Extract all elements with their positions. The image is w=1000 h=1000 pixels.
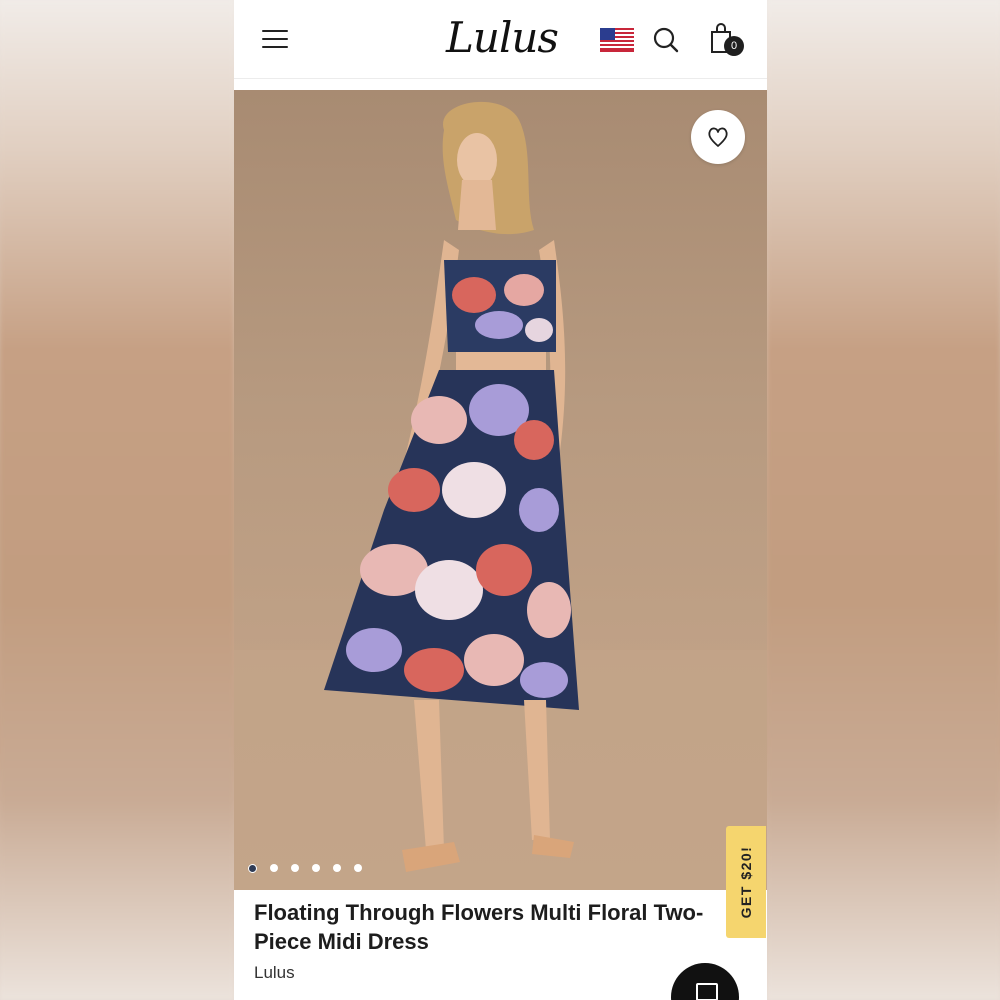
background-blur-right xyxy=(767,0,1000,1000)
chat-icon xyxy=(696,983,718,1000)
site-header: Lulus 0 xyxy=(234,0,767,79)
gallery-dot-3[interactable] xyxy=(291,864,299,872)
product-image-gallery[interactable] xyxy=(234,90,767,890)
promo-tab[interactable]: GET $20! xyxy=(726,826,766,938)
gallery-dot-6[interactable] xyxy=(354,864,362,872)
cart-count-badge: 0 xyxy=(724,36,744,56)
gallery-dot-2[interactable] xyxy=(270,864,278,872)
background-blur-left xyxy=(0,0,234,1000)
product-photo xyxy=(234,101,767,890)
gallery-pagination xyxy=(248,864,362,876)
mobile-page: Lulus 0 GET $20! Floating Through Flower… xyxy=(234,0,767,1000)
product-brand[interactable]: Lulus xyxy=(254,963,295,983)
shopping-bag-icon[interactable]: 0 xyxy=(708,22,746,58)
site-logo[interactable]: Lulus xyxy=(446,10,559,66)
product-title: Floating Through Flowers Multi Floral Tw… xyxy=(254,900,704,954)
promo-label: GET $20! xyxy=(738,845,754,919)
wishlist-button[interactable] xyxy=(691,110,745,164)
gallery-dot-1[interactable] xyxy=(248,864,257,873)
search-icon[interactable] xyxy=(652,26,680,54)
hamburger-menu-icon[interactable] xyxy=(262,28,288,50)
us-flag-icon[interactable] xyxy=(600,28,634,52)
gallery-dot-5[interactable] xyxy=(333,864,341,872)
heart-icon xyxy=(708,127,728,147)
chat-button[interactable] xyxy=(671,963,739,1000)
gallery-dot-4[interactable] xyxy=(312,864,320,872)
